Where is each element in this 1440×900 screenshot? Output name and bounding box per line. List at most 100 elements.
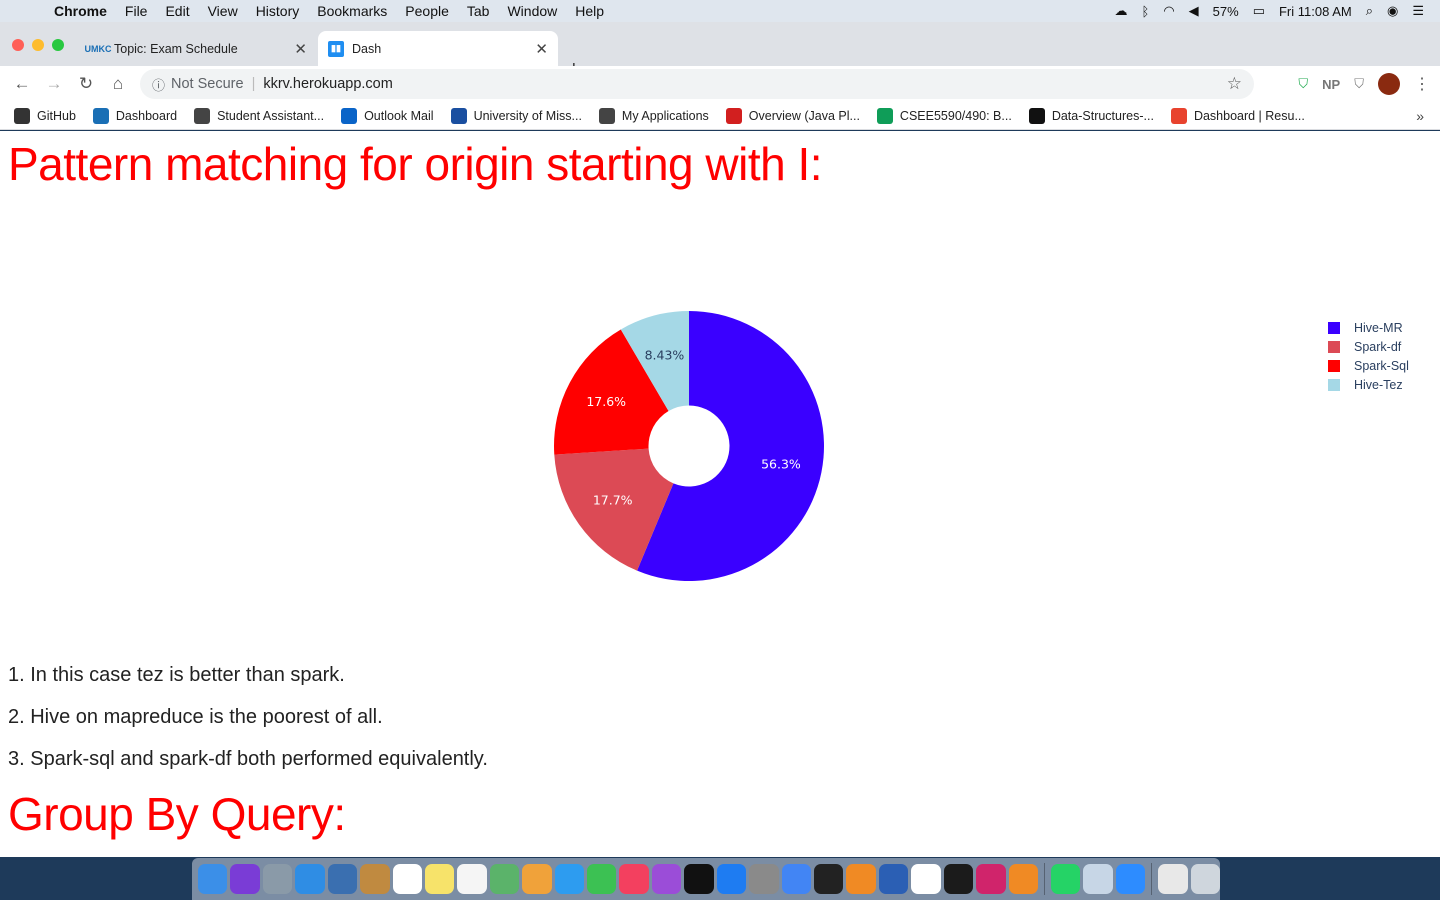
back-arrow-icon[interactable]: ← bbox=[6, 74, 38, 94]
dock-app-icon[interactable] bbox=[230, 864, 260, 894]
menu-chrome[interactable]: Chrome bbox=[42, 3, 118, 19]
dock-app-icon[interactable] bbox=[489, 864, 520, 894]
security-status: Not Secure bbox=[171, 76, 244, 92]
dock-app-icon[interactable] bbox=[749, 864, 779, 894]
dock-app-icon[interactable] bbox=[392, 864, 422, 894]
reload-icon[interactable]: ↻ bbox=[70, 74, 102, 94]
close-tab-icon[interactable]: ✕ bbox=[535, 40, 548, 58]
bookmark-label: CSEE5590/490: B... bbox=[899, 108, 1012, 123]
bookmarks-overflow-icon[interactable]: » bbox=[1416, 108, 1424, 124]
battery-icon[interactable]: ▭ bbox=[1253, 3, 1265, 19]
dock-app-icon[interactable] bbox=[1008, 864, 1038, 894]
address-bar[interactable]: ⓘ Not Secure | kkrv.herokuapp.com ☆ bbox=[140, 69, 1254, 99]
menu-help[interactable]: Help bbox=[568, 3, 615, 19]
bookmark-item[interactable]: Dashboard | Resu... bbox=[1170, 107, 1305, 124]
menu-people[interactable]: People bbox=[398, 3, 460, 19]
kebab-menu-icon[interactable]: ⋮ bbox=[1414, 74, 1430, 94]
home-icon[interactable]: ⌂ bbox=[102, 74, 134, 94]
dock-app-icon[interactable] bbox=[457, 864, 487, 894]
dock-app-icon[interactable] bbox=[262, 864, 293, 894]
dock-app-icon[interactable] bbox=[619, 864, 649, 894]
dock-app-icon[interactable] bbox=[1083, 864, 1113, 894]
menu-edit[interactable]: Edit bbox=[158, 3, 200, 19]
profile-avatar[interactable] bbox=[1378, 73, 1400, 95]
menu-view[interactable]: View bbox=[201, 3, 249, 19]
legend-item[interactable]: Spark-df bbox=[1328, 337, 1409, 356]
bookmark-label: University of Miss... bbox=[473, 108, 582, 123]
forward-arrow-icon[interactable]: → bbox=[38, 74, 70, 94]
url-text[interactable]: kkrv.herokuapp.com bbox=[263, 76, 392, 92]
clock[interactable]: Fri 11:08 AM bbox=[1279, 4, 1352, 19]
dock-app-icon[interactable] bbox=[424, 864, 455, 894]
dock-app-icon[interactable] bbox=[1115, 864, 1146, 894]
dock-app-icon[interactable] bbox=[1050, 864, 1081, 894]
pie-slice-label: 17.7% bbox=[593, 492, 633, 507]
dock-app-icon[interactable] bbox=[716, 864, 747, 894]
dock-app-icon[interactable] bbox=[1158, 864, 1188, 894]
bookmark-item[interactable]: University of Miss... bbox=[450, 107, 582, 124]
dock-app-icon[interactable] bbox=[198, 864, 228, 894]
battery-percent[interactable]: 57% bbox=[1213, 4, 1239, 19]
shield-check-icon[interactable]: ⛉ bbox=[1298, 76, 1308, 92]
zoom-window-button[interactable] bbox=[52, 39, 64, 51]
section-heading: Group By Query: bbox=[8, 788, 346, 840]
cloud-icon[interactable]: ☁ bbox=[1115, 3, 1128, 19]
volume-icon[interactable]: ◀ bbox=[1189, 3, 1199, 19]
bookmark-favicon-icon bbox=[1170, 107, 1187, 124]
dock-app-icon[interactable] bbox=[587, 864, 617, 894]
bookmark-star-icon[interactable]: ☆ bbox=[1227, 74, 1242, 94]
dock-app-icon[interactable] bbox=[943, 864, 974, 894]
bookmark-item[interactable]: Data-Structures-... bbox=[1028, 107, 1154, 124]
dock-app-icon[interactable] bbox=[522, 864, 552, 894]
info-icon[interactable]: ⓘ bbox=[152, 75, 165, 94]
wifi-icon[interactable]: ◠ bbox=[1163, 3, 1174, 19]
menu-bookmarks[interactable]: Bookmarks bbox=[310, 3, 398, 19]
menu-tab[interactable]: Tab bbox=[460, 3, 501, 19]
legend-swatch bbox=[1328, 340, 1340, 353]
bookmark-label: My Applications bbox=[621, 108, 709, 123]
tab-dash[interactable]: ▮▮ Dash ✕ bbox=[318, 31, 558, 66]
bookmark-item[interactable]: Dashboard bbox=[92, 107, 177, 124]
bookmark-item[interactable]: Overview (Java Pl... bbox=[725, 107, 860, 124]
bluetooth-icon[interactable]: ᛒ bbox=[1142, 4, 1150, 19]
dock-app-icon[interactable] bbox=[295, 864, 325, 894]
np-extension[interactable]: NP bbox=[1322, 77, 1340, 92]
bookmark-label: Dashboard | Resu... bbox=[1193, 108, 1305, 123]
macos-dock bbox=[192, 858, 1221, 900]
bookmark-item[interactable]: My Applications bbox=[598, 107, 709, 124]
tab-exam-schedule[interactable]: UMKC Topic: Exam Schedule ✕ bbox=[80, 31, 317, 66]
macos-menubar: Chrome File Edit View History Bookmarks … bbox=[0, 0, 1440, 22]
dock-app-icon[interactable] bbox=[554, 864, 585, 894]
bookmark-favicon-icon bbox=[194, 107, 211, 124]
dock-app-icon[interactable] bbox=[814, 864, 844, 894]
menu-history[interactable]: History bbox=[249, 3, 311, 19]
dock-app-icon[interactable] bbox=[878, 864, 909, 894]
close-tab-icon[interactable]: ✕ bbox=[294, 40, 307, 58]
dock-app-icon[interactable] bbox=[846, 864, 876, 894]
dock-app-icon[interactable] bbox=[651, 864, 682, 894]
dock-app-icon[interactable] bbox=[684, 864, 714, 894]
menu-file[interactable]: File bbox=[118, 3, 159, 19]
legend-item[interactable]: Hive-MR bbox=[1328, 318, 1409, 337]
bookmark-item[interactable]: Student Assistant... bbox=[194, 107, 324, 124]
legend-item[interactable]: Spark-Sql bbox=[1328, 356, 1409, 375]
trash-icon[interactable] bbox=[1190, 864, 1221, 894]
siri-icon[interactable]: ◉ bbox=[1387, 3, 1398, 19]
dock-app-icon[interactable] bbox=[976, 864, 1006, 894]
shield-icon[interactable]: ⛉ bbox=[1354, 76, 1364, 92]
dock-app-icon[interactable] bbox=[781, 864, 812, 894]
bookmark-favicon-icon bbox=[1028, 107, 1045, 124]
spotlight-search-icon[interactable]: ⌕ bbox=[1366, 3, 1373, 19]
bookmark-label: Data-Structures-... bbox=[1051, 108, 1154, 123]
dock-app-icon[interactable] bbox=[327, 864, 358, 894]
legend-item[interactable]: Hive-Tez bbox=[1328, 375, 1409, 394]
notification-center-icon[interactable]: ☰ bbox=[1412, 3, 1424, 19]
dock-app-icon[interactable] bbox=[360, 864, 390, 894]
minimize-window-button[interactable] bbox=[32, 39, 44, 51]
bookmark-item[interactable]: Outlook Mail bbox=[341, 107, 434, 124]
close-window-button[interactable] bbox=[12, 39, 24, 51]
bookmark-item[interactable]: GitHub bbox=[14, 107, 76, 124]
menu-window[interactable]: Window bbox=[500, 3, 568, 19]
dock-app-icon[interactable] bbox=[911, 864, 941, 894]
bookmark-item[interactable]: CSEE5590/490: B... bbox=[876, 107, 1012, 124]
